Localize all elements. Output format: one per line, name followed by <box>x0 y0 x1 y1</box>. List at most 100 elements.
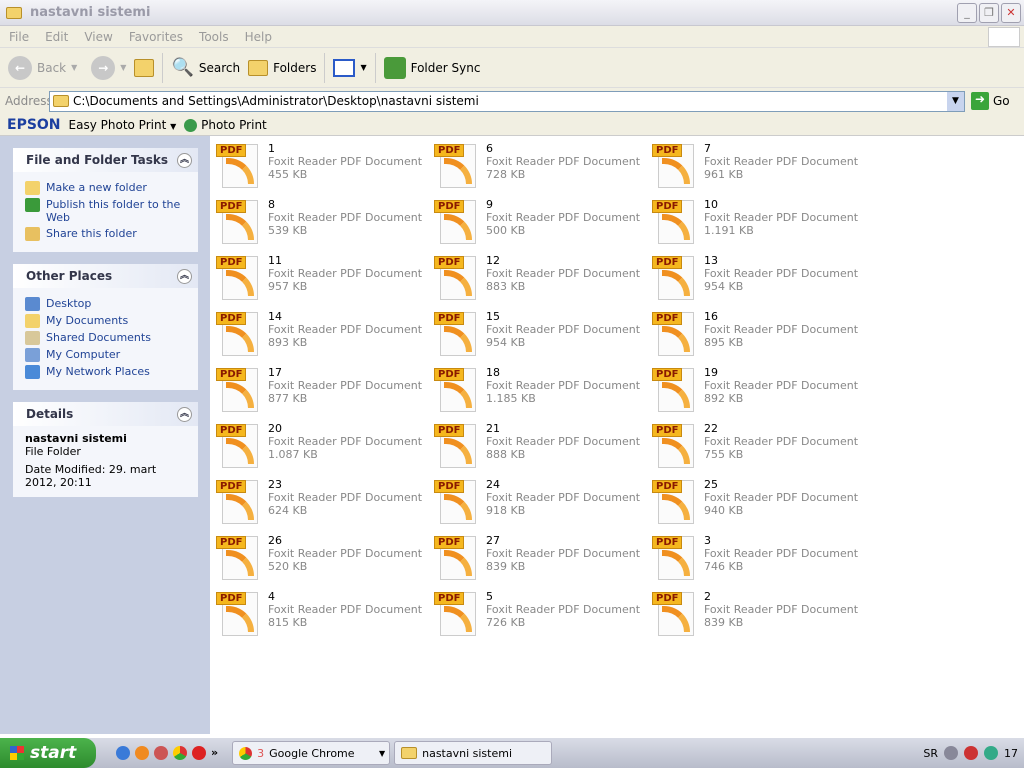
file-item[interactable]: PDF 8 Foxit Reader PDF Document 539 KB <box>216 198 426 248</box>
tray-app-icon[interactable] <box>964 746 978 760</box>
pdf-file-icon: PDF <box>216 366 260 414</box>
menu-file[interactable]: File <box>9 30 29 44</box>
file-item[interactable]: PDF 21 Foxit Reader PDF Document 888 KB <box>434 422 644 472</box>
tray-app-icon[interactable] <box>984 746 998 760</box>
file-name: 10 <box>704 198 718 211</box>
file-item[interactable]: PDF 4 Foxit Reader PDF Document 815 KB <box>216 590 426 640</box>
collapse-chevron-icon[interactable]: ︽ <box>177 152 192 168</box>
places-item[interactable]: Shared Documents <box>25 331 188 345</box>
file-item[interactable]: PDF 5 Foxit Reader PDF Document 726 KB <box>434 590 644 640</box>
taskbar: start » 3 Google Chrome ▼ nastavni sistemi… <box>0 738 1024 768</box>
file-item[interactable]: PDF 20 Foxit Reader PDF Document 1.087 KB <box>216 422 426 472</box>
file-item[interactable]: PDF 1 Foxit Reader PDF Document 455 KB <box>216 142 426 192</box>
pdf-file-icon: PDF <box>216 422 260 470</box>
file-item[interactable]: PDF 7 Foxit Reader PDF Document 961 KB <box>652 142 862 192</box>
other-places-panel: Other Places ︽ Desktop My Documents Shared … <box>13 264 198 390</box>
folder-sync-button[interactable]: Folder Sync <box>383 56 480 79</box>
file-type: Foxit Reader PDF Document <box>704 435 859 448</box>
menu-tools[interactable]: Tools <box>199 30 229 44</box>
file-name: 1 <box>268 142 275 155</box>
file-type: Foxit Reader PDF Document <box>486 435 641 448</box>
file-size: 1.191 KB <box>704 224 754 237</box>
file-size: 746 KB <box>704 560 744 573</box>
file-type: Foxit Reader PDF Document <box>268 379 423 392</box>
file-item[interactable]: PDF 24 Foxit Reader PDF Document 918 KB <box>434 478 644 528</box>
minimize-button[interactable]: _ <box>957 3 977 23</box>
pdf-file-icon: PDF <box>216 534 260 582</box>
address-dropdown[interactable]: ▼ <box>947 91 964 111</box>
back-arrow-icon: ← <box>8 55 32 80</box>
pdf-file-icon: PDF <box>216 254 260 302</box>
close-button[interactable]: ✕ <box>1001 3 1021 23</box>
address-input[interactable]: C:\Documents and Settings\Administrator\… <box>49 90 965 112</box>
file-item[interactable]: PDF 11 Foxit Reader PDF Document 957 KB <box>216 254 426 304</box>
menu-edit[interactable]: Edit <box>45 30 68 44</box>
back-button[interactable]: ← Back ▼ <box>8 55 77 80</box>
file-item[interactable]: PDF 15 Foxit Reader PDF Document 954 KB <box>434 310 644 360</box>
file-item[interactable]: PDF 25 Foxit Reader PDF Document 940 KB <box>652 478 862 528</box>
file-item[interactable]: PDF 13 Foxit Reader PDF Document 954 KB <box>652 254 862 304</box>
opera-icon[interactable] <box>192 746 206 760</box>
places-item[interactable]: My Network Places <box>25 365 188 379</box>
photo-print-button[interactable]: Photo Print <box>184 118 267 132</box>
menu-view[interactable]: View <box>84 30 112 44</box>
taskbar-chrome[interactable]: 3 Google Chrome ▼ <box>232 741 391 765</box>
file-type: Foxit Reader PDF Document <box>268 211 423 224</box>
file-item[interactable]: PDF 18 Foxit Reader PDF Document 1.185 KB <box>434 366 644 416</box>
tasks-item[interactable]: Publish this folder to the Web <box>25 198 188 224</box>
more-chevron[interactable]: » <box>211 746 218 760</box>
firefox-icon[interactable] <box>135 746 149 760</box>
file-item[interactable]: PDF 14 Foxit Reader PDF Document 893 KB <box>216 310 426 360</box>
start-button[interactable]: start <box>0 738 96 768</box>
file-type: Foxit Reader PDF Document <box>704 155 859 168</box>
file-item[interactable]: PDF 3 Foxit Reader PDF Document 746 KB <box>652 534 862 584</box>
file-item[interactable]: PDF 23 Foxit Reader PDF Document 624 KB <box>216 478 426 528</box>
pdf-file-icon: PDF <box>434 254 478 302</box>
pdf-file-icon: PDF <box>434 310 478 358</box>
file-name: 18 <box>486 366 500 379</box>
places-item[interactable]: My Documents <box>25 314 188 328</box>
menu-help[interactable]: Help <box>245 30 272 44</box>
folders-button[interactable]: Folders <box>248 59 316 76</box>
collapse-chevron-icon[interactable]: ︽ <box>177 406 192 422</box>
file-item[interactable]: PDF 10 Foxit Reader PDF Document 1.191 KB <box>652 198 862 248</box>
maximize-button[interactable]: ❐ <box>979 3 999 23</box>
search-button[interactable]: 🔍 Search <box>171 57 240 78</box>
places-item[interactable]: Desktop <box>25 297 188 311</box>
places-item[interactable]: My Computer <box>25 348 188 362</box>
go-button[interactable]: ➜ Go <box>971 92 1010 110</box>
easy-photo-print-button[interactable]: Easy Photo Print ▼ <box>69 118 177 132</box>
file-item[interactable]: PDF 2 Foxit Reader PDF Document 839 KB <box>652 590 862 640</box>
file-item[interactable]: PDF 12 Foxit Reader PDF Document 883 KB <box>434 254 644 304</box>
task-pane: File and Folder Tasks ︽ Make a new folder… <box>0 136 210 734</box>
taskbar-explorer[interactable]: nastavni sistemi <box>394 741 553 765</box>
menu-favorites[interactable]: Favorites <box>129 30 183 44</box>
forward-button[interactable]: → ▼ <box>91 55 126 80</box>
collapse-chevron-icon[interactable]: ︽ <box>177 268 192 284</box>
window-title: nastavni sistemi <box>30 5 151 20</box>
file-item[interactable]: PDF 26 Foxit Reader PDF Document 520 KB <box>216 534 426 584</box>
my-documents-icon <box>25 314 40 328</box>
tasks-item[interactable]: Make a new folder <box>25 181 188 195</box>
shared-documents-icon <box>25 331 40 345</box>
file-item[interactable]: PDF 6 Foxit Reader PDF Document 728 KB <box>434 142 644 192</box>
file-size: 728 KB <box>486 168 526 181</box>
file-item[interactable]: PDF 16 Foxit Reader PDF Document 895 KB <box>652 310 862 360</box>
tray-expand-icon[interactable] <box>944 746 958 760</box>
file-item[interactable]: PDF 19 Foxit Reader PDF Document 892 KB <box>652 366 862 416</box>
clock[interactable]: 17 <box>1004 747 1018 760</box>
language-indicator[interactable]: SR <box>923 747 938 760</box>
file-type: Foxit Reader PDF Document <box>704 379 859 392</box>
views-button[interactable]: ▼ <box>333 58 367 77</box>
up-folder-button[interactable] <box>134 58 155 77</box>
file-item[interactable]: PDF 17 Foxit Reader PDF Document 877 KB <box>216 366 426 416</box>
ie-icon[interactable] <box>116 746 130 760</box>
file-item[interactable]: PDF 9 Foxit Reader PDF Document 500 KB <box>434 198 644 248</box>
chrome-icon[interactable] <box>173 746 187 760</box>
file-type: Foxit Reader PDF Document <box>268 155 423 168</box>
tasks-item[interactable]: Share this folder <box>25 227 188 241</box>
app-icon[interactable] <box>154 746 168 760</box>
file-item[interactable]: PDF 27 Foxit Reader PDF Document 839 KB <box>434 534 644 584</box>
file-item[interactable]: PDF 22 Foxit Reader PDF Document 755 KB <box>652 422 862 472</box>
go-arrow-icon: ➜ <box>971 92 989 110</box>
